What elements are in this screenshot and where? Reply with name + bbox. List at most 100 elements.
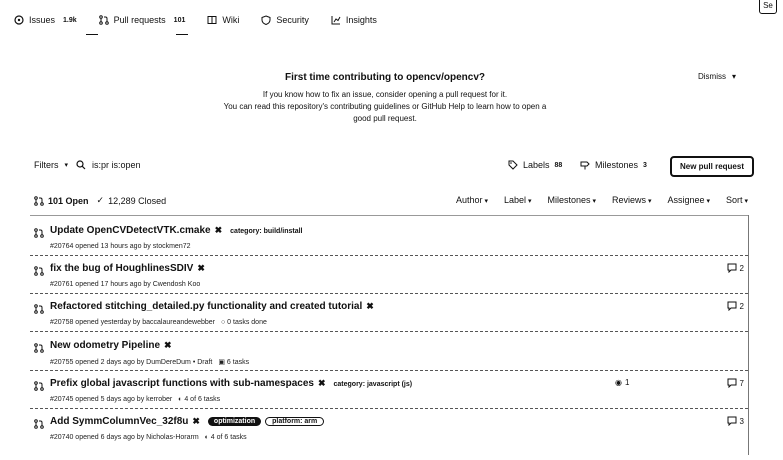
tab-pull-requests[interactable]: Pull requests 101 — [98, 10, 186, 30]
labels-count: 88 — [554, 161, 563, 169]
pr-meta: #20758 opened yesterday by baccalaureand… — [50, 319, 216, 326]
comment-count[interactable]: 3 — [727, 416, 744, 426]
pr-meta: #20745 opened 5 days ago by kerrober — [50, 396, 173, 403]
close-icon: ✖ — [192, 416, 200, 426]
dismiss-label: Dismiss — [697, 72, 726, 81]
close-icon: ✖ — [197, 263, 205, 273]
new-pull-request-button[interactable]: New pull request — [670, 156, 754, 177]
tab-pr-count: 101 — [173, 16, 186, 24]
open-filter[interactable]: 101 Open — [34, 196, 89, 206]
tab-security-label: Security — [276, 15, 309, 25]
list-border — [748, 215, 749, 455]
table-row[interactable]: Refactored stitching_detailed.py functio… — [30, 298, 748, 334]
table-row[interactable]: Add SymmColumnVec_32f8u ✖ optimization plat… — [30, 413, 748, 449]
comment-number: 2 — [739, 263, 744, 273]
pr-title[interactable]: Update OpenCVDetectVTK.cmake — [50, 225, 211, 236]
chevron-down-icon: ▾ — [731, 72, 736, 81]
pr-icon — [34, 195, 44, 206]
tasks-status: 0 tasks done — [227, 319, 267, 326]
milestones-button[interactable]: Milestones 3 — [580, 160, 647, 170]
banner-title: First time contributing to opencv/opencv… — [284, 72, 485, 83]
tab-pr-label: Pull requests — [113, 15, 166, 25]
search-value: is:pr is:open — [92, 160, 141, 170]
filter-bar: Filters ▾ is:pr is:open Labels 88 Milest… — [30, 154, 760, 178]
tab-wiki[interactable]: Wiki — [207, 10, 239, 30]
tab-insights[interactable]: Insights — [331, 10, 377, 30]
sort-label[interactable]: Label — [504, 195, 532, 205]
label-tag[interactable]: category: javascript (js) — [334, 381, 413, 388]
milestones-count: 3 — [643, 161, 647, 169]
labels-button[interactable]: Labels 88 — [508, 160, 562, 170]
table-row[interactable]: fix the bug of HoughlinesSDIV ✖ #20761 op… — [30, 260, 748, 296]
checklist-icon: ▣ — [218, 359, 225, 366]
banner-line-2: You can read this repository's contribut… — [223, 102, 547, 111]
pr-icon — [98, 15, 109, 25]
open-count: 101 Open — [48, 195, 89, 206]
book-icon — [207, 16, 217, 24]
sort-sort[interactable]: Sort — [726, 195, 748, 205]
row-divider — [30, 408, 748, 409]
row-divider — [30, 331, 748, 332]
comment-count[interactable]: 2 — [727, 263, 744, 273]
tasks-status: 4 of 6 tasks — [184, 396, 221, 403]
first-time-banner: First time contributing to opencv/opencv… — [20, 62, 750, 142]
comment-icon — [727, 416, 737, 426]
search-input[interactable]: is:pr is:open — [76, 155, 476, 175]
corner-button[interactable]: Se — [759, 0, 777, 14]
row-divider — [30, 293, 748, 294]
sort-reviews[interactable]: Reviews — [612, 195, 651, 205]
sort-author[interactable]: Author — [456, 195, 488, 205]
label-tag[interactable]: category: build/install — [230, 228, 302, 235]
close-icon: ✖ — [164, 340, 172, 350]
tasks-status: 6 tasks — [226, 359, 250, 366]
pr-title[interactable]: Add SymmColumnVec_32f8u — [50, 416, 188, 427]
labels-label: Labels — [523, 160, 550, 170]
tasks-icon: ◐ — [204, 434, 209, 441]
issue-icon — [14, 15, 24, 25]
filters-button[interactable]: Filters ▾ — [34, 160, 68, 170]
pr-title[interactable]: Prefix global javascript functions with … — [50, 378, 314, 389]
comment-count[interactable]: 2 — [727, 301, 744, 311]
pr-title[interactable]: New odometry Pipeline — [50, 340, 160, 351]
table-row[interactable]: New odometry Pipeline ✖ #20755 opened 2 d… — [30, 337, 748, 373]
label-optimization[interactable]: optimization — [207, 416, 262, 426]
closed-count: 12,289 Closed — [108, 195, 167, 206]
dismiss-button[interactable]: Dismiss ▾ — [698, 72, 736, 81]
row-divider — [30, 255, 748, 256]
pr-meta: #20761 opened 17 hours ago by Cwendosh K… — [50, 281, 201, 288]
tab-issues[interactable]: Issues 1.9k — [14, 10, 77, 30]
pr-icon — [34, 381, 44, 391]
close-icon: ✖ — [214, 225, 223, 235]
comment-count[interactable]: 7 — [727, 378, 744, 388]
banner-line-3: good pull request. — [353, 114, 417, 123]
graph-icon — [331, 16, 341, 25]
milestones-label: Milestones — [595, 160, 639, 170]
tab-underline — [86, 34, 98, 35]
label-platform[interactable]: platform: arm — [265, 416, 325, 426]
banner-line-1: If you know how to fix an issue, conside… — [262, 90, 508, 99]
tab-issues-count: 1.9k — [63, 16, 77, 24]
shield-icon — [261, 15, 271, 25]
tab-insights-label: Insights — [345, 15, 377, 25]
pr-meta: #20755 opened 2 days ago by DumDereDum •… — [50, 359, 213, 366]
tasks-icon: ○ — [220, 319, 226, 326]
tasks-icon: ◐ — [178, 396, 183, 403]
pr-meta: #20764 opened 13 hours ago by stockmen72 — [50, 243, 191, 250]
repo-tabs: Issues 1.9k Pull requests 101 Wiki Secur… — [14, 10, 399, 30]
sort-milestones[interactable]: Milestones — [548, 195, 597, 205]
pr-meta: #20740 opened 6 days ago by Nicholas-Hor… — [50, 434, 199, 441]
check-icon: ✓ — [96, 195, 105, 205]
closed-filter[interactable]: ✓ 12,289 Closed — [97, 195, 167, 206]
review-status[interactable]: ◉ 1 — [615, 378, 629, 387]
table-row[interactable]: Prefix global javascript functions with … — [30, 375, 748, 411]
pr-title[interactable]: fix the bug of HoughlinesSDIV — [50, 263, 193, 274]
tab-security[interactable]: Security — [261, 10, 309, 30]
table-row[interactable]: Update OpenCVDetectVTK.cmake ✖ category: b… — [30, 222, 748, 258]
pr-icon — [34, 343, 44, 353]
pr-title[interactable]: Refactored stitching_detailed.py functio… — [50, 301, 362, 312]
sort-assignee[interactable]: Assignee — [668, 195, 711, 205]
tab-underline-2 — [176, 34, 188, 35]
comment-icon — [727, 263, 737, 273]
search-icon — [76, 160, 86, 170]
comment-number: 2 — [739, 301, 744, 311]
